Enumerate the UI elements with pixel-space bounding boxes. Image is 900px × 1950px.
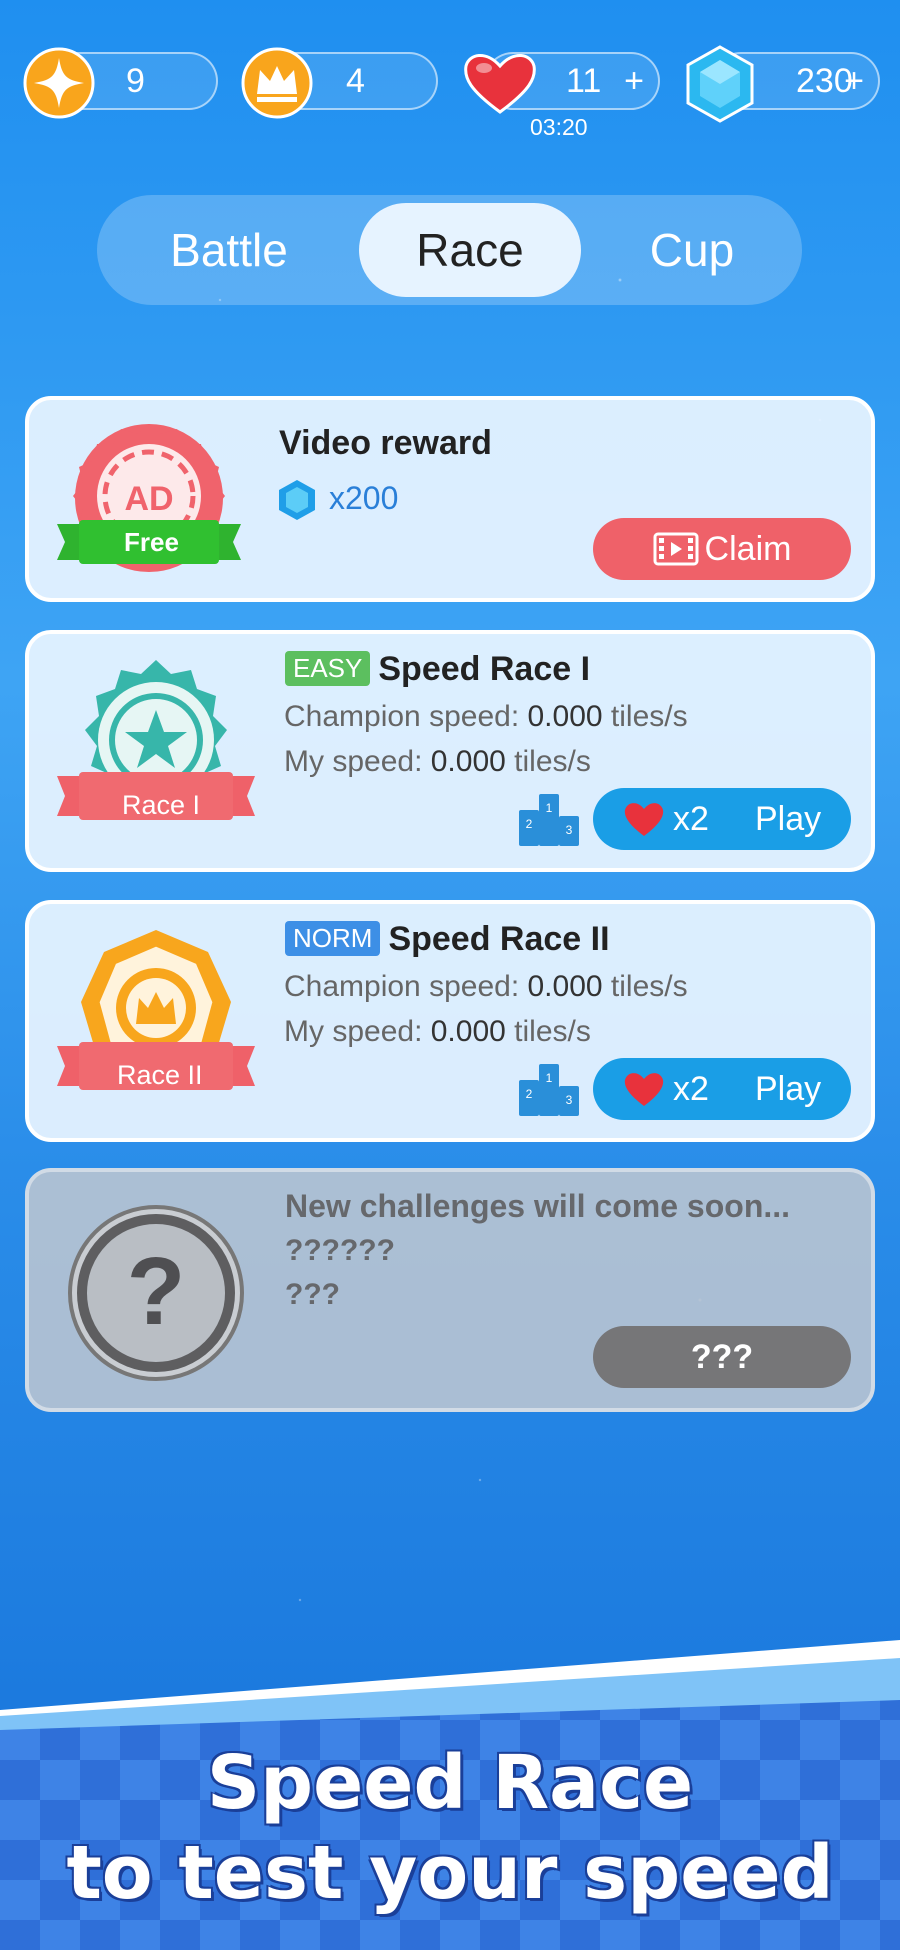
svg-text:1: 1	[546, 801, 553, 815]
speed-unit: tiles/s	[514, 1015, 591, 1048]
video-reward-amount: x200	[329, 480, 399, 516]
svg-text:3: 3	[566, 823, 573, 837]
lives-value: 11	[566, 62, 602, 100]
mode-tabs: Battle Race Cup	[97, 195, 802, 305]
gems-plus-button[interactable]: +	[844, 54, 864, 108]
claim-button[interactable]: Claim	[593, 518, 851, 580]
question-mark-icon: ?	[68, 1205, 244, 1381]
race-one-champion-speed: Champion speed: 0.000 tiles/s	[284, 700, 688, 734]
speed-unit: tiles/s	[610, 970, 688, 1003]
free-ribbon-label: Free	[124, 527, 179, 557]
gem-icon	[686, 45, 754, 123]
svg-text:3: 3	[566, 1093, 573, 1107]
race-one-title-row: EASY Speed Race I	[285, 650, 590, 689]
race-one-title: Speed Race I	[378, 650, 591, 688]
race-two-my-speed: My speed: 0.000 tiles/s	[284, 1015, 591, 1049]
heart-icon	[624, 1073, 664, 1106]
coming-soon-title: New challenges will come soon...	[285, 1188, 791, 1224]
video-reward-card: AD Free Video reward x200 Claim	[25, 396, 875, 602]
race-card: Race II NORM Speed Race II Champion speed…	[25, 900, 875, 1142]
play-cost: x2	[673, 800, 709, 838]
race-two-title-row: NORM Speed Race II	[285, 920, 610, 959]
speed-unit: tiles/s	[610, 700, 688, 733]
promo-banner: Speed Race to test your speed	[0, 1640, 900, 1950]
svg-text:1: 1	[546, 1071, 553, 1085]
banner-headline: Speed Race	[206, 1740, 694, 1826]
race-one-my-speed: My speed: 0.000 tiles/s	[284, 745, 591, 779]
speed-unit: tiles/s	[514, 745, 591, 778]
heart-icon	[624, 803, 664, 836]
race-card: Race I EASY Speed Race I Champion speed: …	[25, 630, 875, 872]
my-speed-value: 0.000	[430, 1015, 506, 1048]
coming-soon-card: ? New challenges will come soon... ?????…	[25, 1168, 875, 1412]
crowns-value: 4	[346, 62, 365, 100]
crown-icon	[241, 47, 313, 119]
gem-icon	[279, 480, 315, 520]
video-reward-title: Video reward	[279, 424, 492, 462]
leaderboard-podium-icon[interactable]: 2 1 3	[517, 1062, 581, 1118]
svg-text:?: ?	[127, 1238, 186, 1345]
claim-button-label: Claim	[704, 530, 792, 568]
lives-timer: 03:20	[530, 114, 588, 140]
top-status-bar: 9 4 11 + 03:20 230 +	[22, 45, 880, 140]
champion-speed-value: 0.000	[527, 970, 603, 1003]
play-button-label: Play	[755, 1070, 822, 1108]
star-icon	[23, 47, 95, 119]
banner-subline: to test your speed	[66, 1830, 834, 1916]
difficulty-tag-norm: NORM	[285, 921, 381, 956]
my-speed-label: My speed:	[284, 745, 423, 778]
play-cost: x2	[673, 1070, 709, 1108]
play-button-label: Play	[755, 800, 822, 838]
ad-badge-text: AD	[124, 480, 173, 518]
lives-plus-button[interactable]: +	[624, 54, 644, 108]
tab-battle[interactable]: Battle	[119, 203, 339, 297]
coming-soon-line-two: ???	[285, 1278, 340, 1311]
tab-cup[interactable]: Cup	[582, 203, 802, 297]
race-two-title: Speed Race II	[388, 920, 610, 958]
video-icon	[653, 532, 699, 566]
race-one-ribbon-label: Race I	[122, 790, 201, 820]
champion-speed-value: 0.000	[527, 700, 603, 733]
play-button[interactable]: x2 Play	[593, 1058, 851, 1120]
coming-soon-line-one: ??????	[285, 1234, 395, 1267]
tab-race[interactable]: Race	[359, 203, 581, 297]
svg-text:2: 2	[526, 1087, 533, 1101]
champion-speed-label: Champion speed:	[284, 970, 520, 1003]
locked-button: ???	[593, 1326, 851, 1388]
my-speed-value: 0.000	[430, 745, 506, 778]
leaderboard-podium-icon[interactable]: 2 1 3	[517, 792, 581, 848]
race-two-ribbon-label: Race II	[117, 1060, 203, 1090]
race-two-champion-speed: Champion speed: 0.000 tiles/s	[284, 970, 688, 1004]
play-button[interactable]: x2 Play	[593, 788, 851, 850]
svg-text:2: 2	[526, 817, 533, 831]
champion-speed-label: Champion speed:	[284, 700, 520, 733]
difficulty-tag-easy: EASY	[285, 651, 371, 686]
heart-icon	[464, 54, 536, 114]
my-speed-label: My speed:	[284, 1015, 423, 1048]
stars-value: 9	[126, 62, 145, 100]
